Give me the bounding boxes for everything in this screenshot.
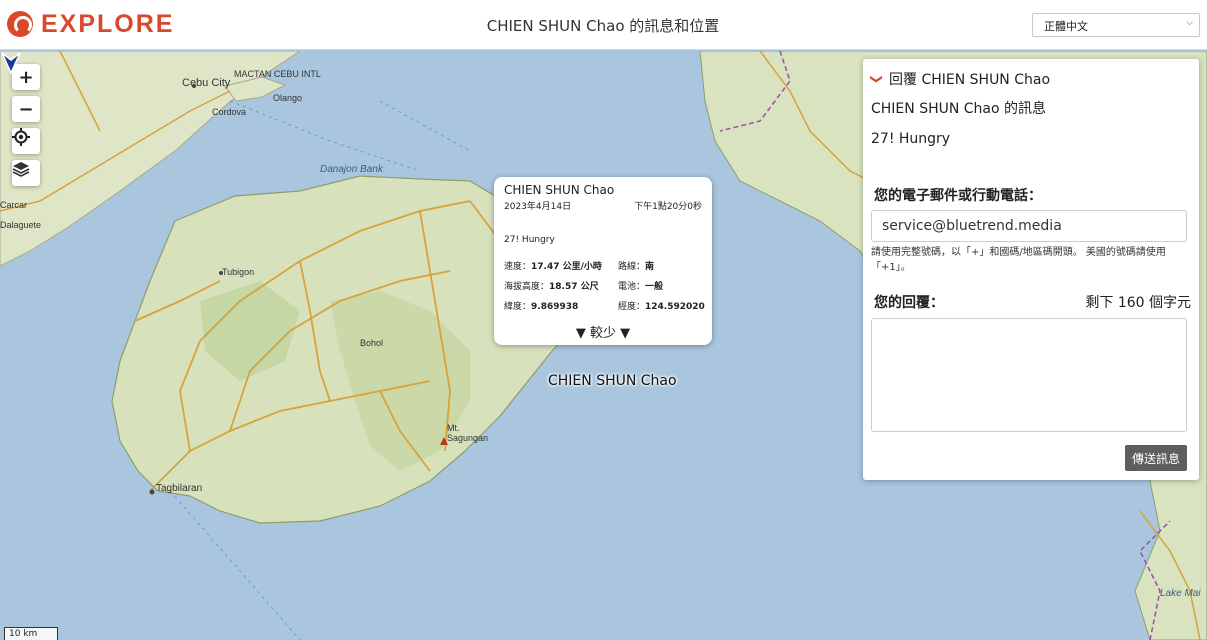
popup-speed: 速度：17.47 公里/小時 [504,259,602,272]
locate-button[interactable] [12,128,40,154]
reply-textarea[interactable] [871,318,1187,432]
marker-label: CHIEN SHUN Chao [548,373,677,389]
email-label: 您的電子郵件或行動電話： [874,188,1042,204]
place-cebu-city: Cebu City [182,77,231,89]
place-mt-sagungan: Mt. Sagungan [447,423,489,443]
reply-panel-title[interactable]: 回覆 CHIEN SHUN Chao [889,69,1050,89]
battery-value: 一般 [645,282,664,292]
layers-button[interactable] [12,160,40,186]
show-less-toggle[interactable]: ▼ 較少 ▼ [494,322,712,341]
heading-value: 南 [645,262,655,272]
place-carcar: Carcar [0,200,28,210]
explore-logo[interactable]: EXPLORE [7,10,174,38]
phone-hint: 請使用完整號碼，以「+」和國碼/地區碼開頭。 美國的號碼請使用「+1」。 [871,247,1166,273]
popup-latitude: 緯度：9.869938 [504,299,578,312]
popup-name: CHIEN SHUN Chao [504,183,615,197]
reply-label: 您的回覆： [874,295,944,311]
language-select-value: 正體中文 [1044,20,1088,33]
reply-panel: ❯ 回覆 CHIEN SHUN Chao CHIEN SHUN Chao 的訊息… [863,59,1199,480]
logo-text: EXPLORE [41,9,175,38]
message-title: CHIEN SHUN Chao 的訊息 [871,101,1047,117]
place-bohol: Bohol [360,338,384,348]
heading-label: 路線： [618,262,646,272]
map-scale: 10 km [4,627,58,640]
popup-time: 下午1點20分0秒 [634,202,702,212]
place-mactan: MACTAN CEBU INTL [234,69,321,79]
email-input[interactable] [871,210,1187,242]
message-body: 27! Hungry [871,131,951,147]
speed-label: 速度： [504,262,532,272]
chevron-down-icon[interactable]: ❯ [870,74,884,84]
latitude-value: 9.869938 [531,302,579,312]
battery-label: 電池： [618,282,646,292]
place-olango: Olango [273,93,303,103]
chevron-down-icon: ⌵ [1186,18,1193,28]
layers-icon [12,162,30,177]
popup-battery: 電池：一般 [618,279,663,292]
altitude-label: 海拔高度： [504,282,550,292]
place-tagbilaran: Tagbilaran [156,483,203,494]
popup-heading: 路線：南 [618,259,654,272]
place-lake-mainit: Lake Mai [1160,588,1201,599]
place-dalaguete: Dalaguete [0,220,42,230]
location-popup: CHIEN SHUN Chao 2023年4月14日 下午1點20分0秒 27!… [494,177,712,345]
locate-icon [12,128,30,146]
logo-icon [7,11,33,37]
longitude-value: 124.592020 [645,302,705,312]
zoom-out-button[interactable]: − [12,96,40,122]
altitude-value: 18.57 公尺 [549,282,599,292]
speed-value: 17.47 公里/小時 [531,262,602,272]
popup-date: 2023年4月14日 [504,202,572,212]
popup-longitude: 經度：124.592020 [618,299,705,312]
page-title: CHIEN SHUN Chao 的訊息和位置 [486,17,720,35]
longitude-label: 經度： [618,302,646,312]
send-message-button[interactable]: 傳送訊息 [1124,445,1187,471]
location-marker-icon[interactable] [0,51,22,75]
characters-remaining: 剩下 160 個字元 [1085,295,1191,311]
place-danajon-bank: Danajon Bank [320,164,383,175]
latitude-label: 緯度： [504,302,532,312]
popup-message: 27! Hungry [504,235,555,245]
language-select[interactable]: 正體中文 ⌵ [1032,13,1200,37]
place-cordova: Cordova [212,107,247,117]
top-header: EXPLORE CHIEN SHUN Chao 的訊息和位置 正體中文 ⌵ [0,0,1207,50]
popup-altitude: 海拔高度：18.57 公尺 [504,279,599,292]
place-tubigon: Tubigon [222,267,255,277]
